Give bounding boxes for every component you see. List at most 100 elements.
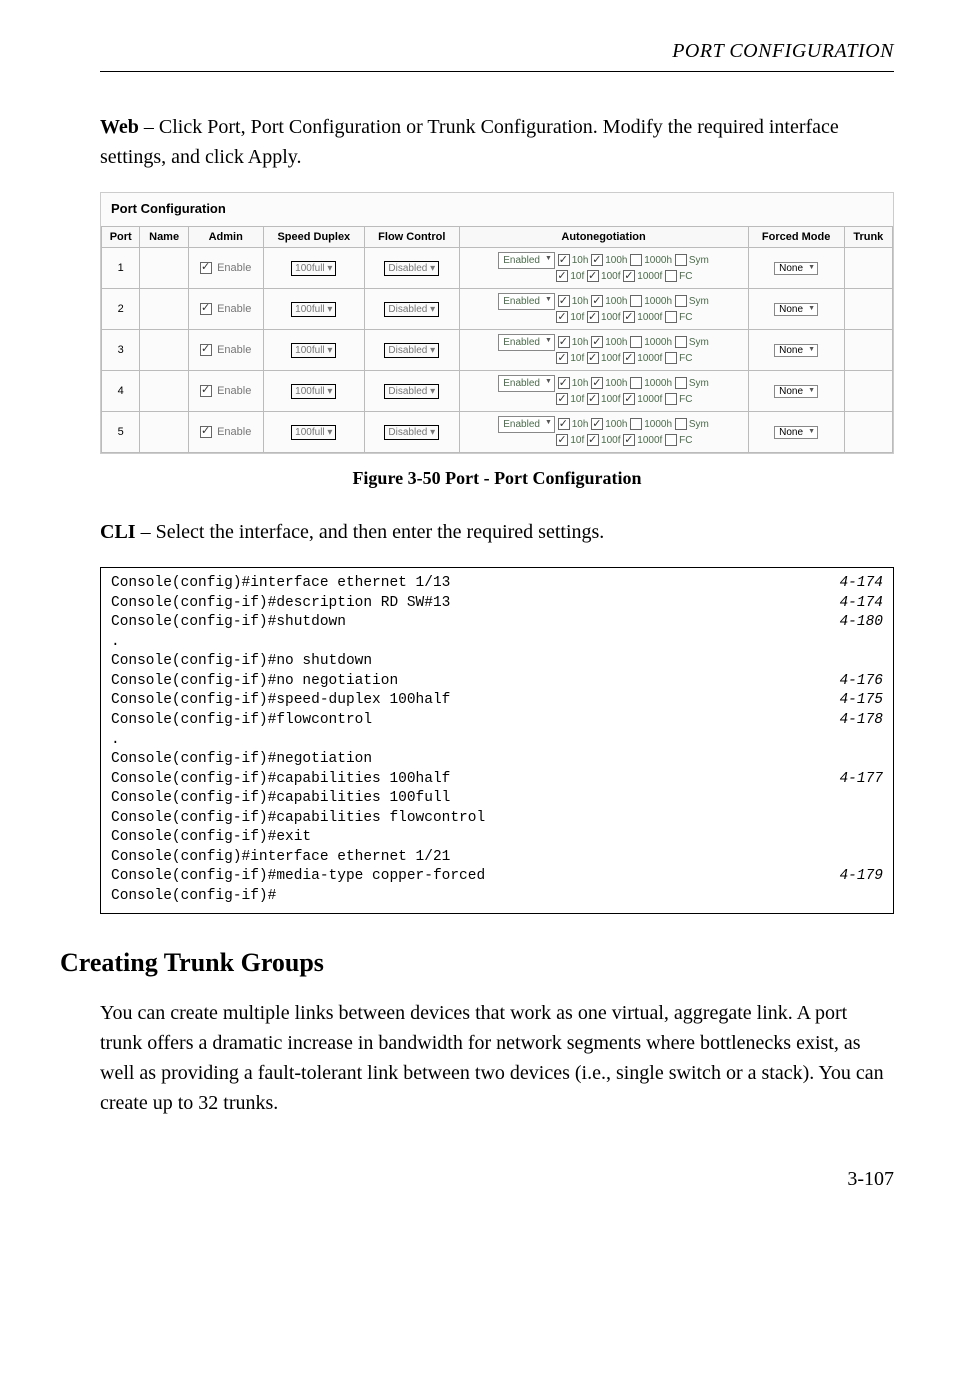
cell-admin: Enable bbox=[188, 248, 263, 289]
flow-select[interactable]: Disabled ▾ bbox=[384, 261, 439, 276]
capability-checkbox[interactable] bbox=[591, 254, 603, 266]
capability-checkbox[interactable] bbox=[556, 311, 568, 323]
capability-checkbox[interactable] bbox=[591, 377, 603, 389]
capability-checkbox[interactable] bbox=[630, 418, 642, 430]
forced-select[interactable]: None bbox=[774, 426, 818, 439]
capability-checkbox[interactable] bbox=[630, 377, 642, 389]
capability-label: 1000h bbox=[644, 296, 672, 307]
capability-checkbox[interactable] bbox=[587, 434, 599, 446]
enable-checkbox[interactable] bbox=[200, 262, 212, 274]
flow-select[interactable]: Disabled ▾ bbox=[384, 425, 439, 440]
capability-checkbox[interactable] bbox=[556, 352, 568, 364]
cell-name[interactable] bbox=[140, 371, 188, 412]
cell-speed: 100full ▾ bbox=[263, 289, 364, 330]
capability-label: 10h bbox=[572, 296, 589, 307]
cell-autoneg: Enabled 10h 100h 1000h Sym 10f 100f 1000… bbox=[459, 371, 748, 412]
capability-checkbox[interactable] bbox=[665, 311, 677, 323]
capability-checkbox[interactable] bbox=[675, 377, 687, 389]
capability-checkbox[interactable] bbox=[623, 352, 635, 364]
cell-port: 1 bbox=[102, 248, 140, 289]
forced-select[interactable]: None bbox=[774, 344, 818, 357]
speed-select[interactable]: 100full ▾ bbox=[291, 302, 336, 317]
capability-label: 1000h bbox=[644, 378, 672, 389]
forced-select[interactable]: None bbox=[774, 385, 818, 398]
forced-select[interactable]: None bbox=[774, 262, 818, 275]
enable-checkbox[interactable] bbox=[200, 385, 212, 397]
cli-ref bbox=[863, 750, 883, 770]
cell-name[interactable] bbox=[140, 248, 188, 289]
capability-label: 100h bbox=[605, 255, 627, 266]
flow-select[interactable]: Disabled ▾ bbox=[384, 343, 439, 358]
section-heading: Creating Trunk Groups bbox=[60, 948, 894, 978]
capability-checkbox[interactable] bbox=[623, 311, 635, 323]
capability-label: 1000h bbox=[644, 419, 672, 430]
cli-command: Console(config-if)#description RD SW#13 bbox=[111, 594, 819, 614]
capability-checkbox[interactable] bbox=[556, 393, 568, 405]
autoneg-select[interactable]: Enabled bbox=[498, 375, 555, 392]
enable-checkbox[interactable] bbox=[200, 344, 212, 356]
cell-name[interactable] bbox=[140, 289, 188, 330]
capability-checkbox[interactable] bbox=[630, 336, 642, 348]
enable-checkbox[interactable] bbox=[200, 303, 212, 315]
capability-checkbox[interactable] bbox=[675, 336, 687, 348]
capability-checkbox[interactable] bbox=[623, 393, 635, 405]
flow-select[interactable]: Disabled ▾ bbox=[384, 302, 439, 317]
capability-label: Sym bbox=[689, 337, 709, 348]
capability-checkbox[interactable] bbox=[558, 336, 570, 348]
capability-label: 100h bbox=[605, 296, 627, 307]
capability-checkbox[interactable] bbox=[587, 352, 599, 364]
capability-checkbox[interactable] bbox=[665, 434, 677, 446]
capability-checkbox[interactable] bbox=[665, 270, 677, 282]
capability-checkbox[interactable] bbox=[591, 418, 603, 430]
cell-forced: None bbox=[748, 371, 844, 412]
col-admin: Admin bbox=[188, 227, 263, 248]
capability-checkbox[interactable] bbox=[675, 418, 687, 430]
capability-checkbox[interactable] bbox=[623, 434, 635, 446]
capability-checkbox[interactable] bbox=[587, 270, 599, 282]
autoneg-select[interactable]: Enabled bbox=[498, 416, 555, 433]
capability-checkbox[interactable] bbox=[558, 377, 570, 389]
autoneg-select[interactable]: Enabled bbox=[498, 293, 555, 310]
speed-select[interactable]: 100full ▾ bbox=[291, 384, 336, 399]
col-port: Port bbox=[102, 227, 140, 248]
capability-checkbox[interactable] bbox=[587, 393, 599, 405]
cli-line: Console(config-if)#capabilities flowcont… bbox=[111, 809, 883, 829]
cell-autoneg: Enabled 10h 100h 1000h Sym 10f 100f 1000… bbox=[459, 330, 748, 371]
capability-checkbox[interactable] bbox=[630, 254, 642, 266]
cell-flow: Disabled ▾ bbox=[365, 289, 460, 330]
cli-ref bbox=[863, 809, 883, 829]
forced-select[interactable]: None bbox=[774, 303, 818, 316]
cli-command: Console(config-if)#no shutdown bbox=[111, 652, 863, 672]
enable-checkbox[interactable] bbox=[200, 426, 212, 438]
flow-select[interactable]: Disabled ▾ bbox=[384, 384, 439, 399]
capability-checkbox[interactable] bbox=[630, 295, 642, 307]
capability-checkbox[interactable] bbox=[556, 434, 568, 446]
capability-checkbox[interactable] bbox=[591, 295, 603, 307]
capability-checkbox[interactable] bbox=[558, 295, 570, 307]
cell-name[interactable] bbox=[140, 412, 188, 453]
cell-speed: 100full ▾ bbox=[263, 330, 364, 371]
capability-checkbox[interactable] bbox=[665, 352, 677, 364]
capability-label: 10f bbox=[570, 435, 584, 446]
autoneg-select[interactable]: Enabled bbox=[498, 252, 555, 269]
cli-line: Console(config-if)#no shutdown bbox=[111, 652, 883, 672]
capability-checkbox[interactable] bbox=[665, 393, 677, 405]
capability-checkbox[interactable] bbox=[558, 254, 570, 266]
speed-select[interactable]: 100full ▾ bbox=[291, 261, 336, 276]
cell-admin: Enable bbox=[188, 330, 263, 371]
capability-checkbox[interactable] bbox=[675, 254, 687, 266]
speed-select[interactable]: 100full ▾ bbox=[291, 425, 336, 440]
cell-name[interactable] bbox=[140, 330, 188, 371]
capability-checkbox[interactable] bbox=[558, 418, 570, 430]
cell-forced: None bbox=[748, 289, 844, 330]
capability-checkbox[interactable] bbox=[675, 295, 687, 307]
capability-checkbox[interactable] bbox=[587, 311, 599, 323]
capability-checkbox[interactable] bbox=[623, 270, 635, 282]
capability-checkbox[interactable] bbox=[556, 270, 568, 282]
cli-line: Console(config-if)#shutdown4-180 bbox=[111, 613, 883, 633]
capability-label: FC bbox=[679, 353, 692, 364]
capability-checkbox[interactable] bbox=[591, 336, 603, 348]
speed-select[interactable]: 100full ▾ bbox=[291, 343, 336, 358]
autoneg-select[interactable]: Enabled bbox=[498, 334, 555, 351]
cell-forced: None bbox=[748, 248, 844, 289]
